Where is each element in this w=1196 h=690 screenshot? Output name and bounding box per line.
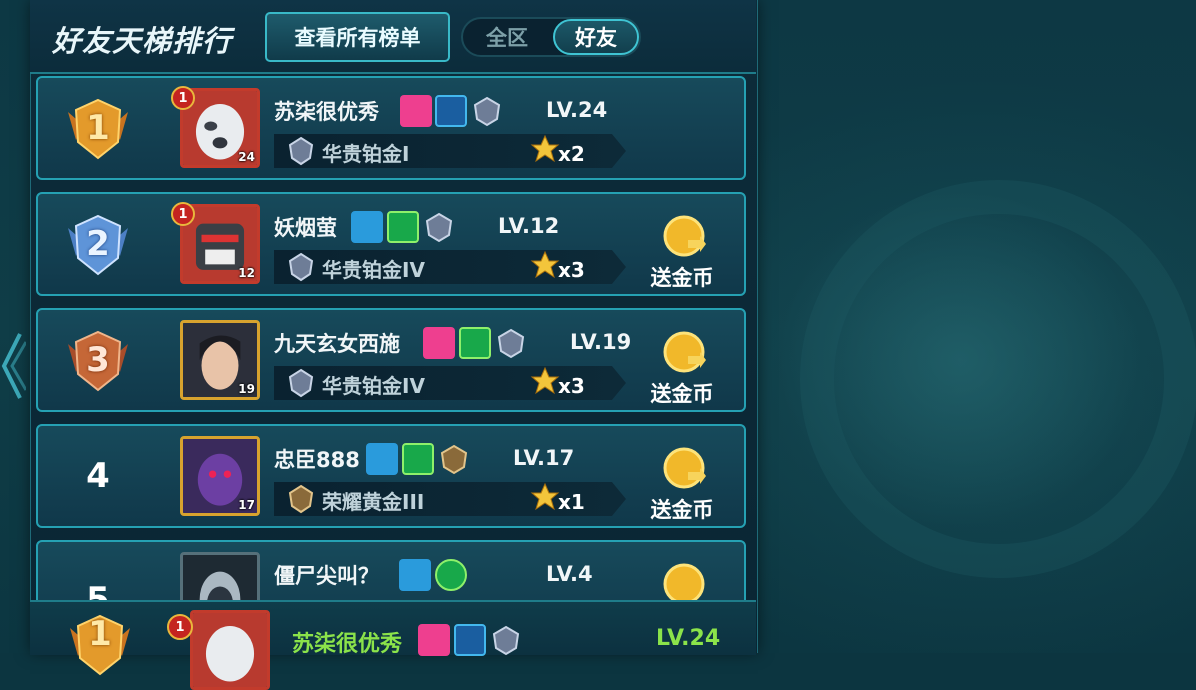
vip-icon (435, 559, 467, 591)
player-name: 九天玄女西施 (274, 332, 400, 356)
player-level: LV.4 (546, 562, 593, 586)
player-level: LV.12 (498, 214, 560, 238)
tab-all-server[interactable]: 全区 (463, 19, 551, 55)
player-name: 忠臣888 (274, 448, 360, 472)
star-icon (530, 250, 560, 279)
tier-icon (473, 96, 501, 127)
tier-icon (288, 252, 314, 282)
gold-coin-icon (663, 331, 706, 373)
star-count: x3 (558, 258, 585, 282)
send-gold-label: 送金币 (650, 498, 714, 522)
player-level: LV.17 (513, 446, 575, 470)
ranking-row[interactable]: 2 12 1 妖烟萤 LV.12 华贵铂金IV x3 送金币 (36, 192, 746, 296)
tier-icon (440, 444, 468, 475)
rank-number: 3 (86, 340, 110, 380)
star-icon (530, 134, 560, 163)
tier-icon (492, 625, 520, 656)
rank-number: 4 (86, 456, 110, 496)
male-icon (351, 211, 383, 243)
notification-badge: 1 (171, 86, 195, 110)
tier-name: 华贵铂金I (322, 142, 410, 166)
my-rank-number: 1 (88, 614, 112, 654)
gold-coin-icon (663, 447, 706, 489)
player-name: 妖烟萤 (274, 216, 337, 240)
vip-icon (435, 95, 467, 127)
notification-badge: 1 (171, 202, 195, 226)
background-ring (800, 180, 1196, 578)
star-count: x3 (558, 374, 585, 398)
send-gold-button[interactable]: 送金币 (640, 330, 724, 406)
tier-icon (497, 328, 525, 359)
avatar-level: 24 (238, 150, 255, 164)
player-level: LV.24 (546, 98, 608, 122)
star-count: x2 (558, 142, 585, 166)
gold-coin-icon (663, 215, 706, 257)
send-gold-label: 送金币 (650, 382, 714, 406)
star-count: x1 (558, 490, 585, 514)
avatar-level: 19 (238, 382, 255, 396)
tab-friends[interactable]: 好友 (553, 19, 639, 55)
ranking-row[interactable]: 3 19 九天玄女西施 LV.19 华贵铂金IV x3 送金币 (36, 308, 746, 412)
rank-number: 1 (86, 108, 110, 148)
vip-icon (402, 443, 434, 475)
my-player-name: 苏柒很优秀 (292, 632, 403, 657)
send-gold-label: 送金币 (650, 266, 714, 290)
send-gold-button[interactable]: 送金币 (640, 446, 724, 522)
tier-name: 华贵铂金IV (322, 258, 425, 282)
avatar-level: 17 (238, 498, 255, 512)
avatar-level: 12 (238, 266, 255, 280)
scope-toggle: 全区 好友 (461, 17, 641, 57)
female-icon (418, 624, 450, 656)
star-icon (530, 482, 560, 511)
tier-icon (288, 484, 314, 514)
male-icon (366, 443, 398, 475)
vip-icon (454, 624, 486, 656)
back-arrow-icon[interactable] (0, 326, 26, 406)
tier-icon (425, 212, 453, 243)
notification-badge: 1 (167, 614, 193, 640)
tier-name: 荣耀黄金III (322, 490, 425, 514)
player-name: 僵尸尖叫？ (274, 564, 379, 588)
avatar-image (193, 613, 267, 687)
male-icon (399, 559, 431, 591)
vip-icon (459, 327, 491, 359)
tier-icon (288, 136, 314, 166)
ranking-row[interactable]: 4 17 忠臣888 LV.17 荣耀黄金III x1 送金币 (36, 424, 746, 528)
page-title: 好友天梯排行 (52, 24, 233, 58)
vip-icon (387, 211, 419, 243)
player-name: 苏柒很优秀 (274, 100, 379, 124)
tier-icon (288, 368, 314, 398)
my-avatar[interactable] (190, 610, 270, 690)
ranking-row[interactable]: 1 24 1 苏柒很优秀 LV.24 华贵铂金I x2 (36, 76, 746, 180)
view-all-rankings-button[interactable]: 查看所有榜单 (265, 12, 450, 62)
rank-number: 2 (86, 224, 110, 264)
send-gold-button[interactable]: 送金币 (640, 214, 724, 290)
star-icon (530, 366, 560, 395)
female-icon (423, 327, 455, 359)
female-icon (400, 95, 432, 127)
tier-name: 华贵铂金IV (322, 374, 425, 398)
avatar[interactable]: 17 (180, 436, 260, 516)
my-player-level: LV.24 (656, 626, 721, 651)
avatar[interactable]: 19 (180, 320, 260, 400)
player-level: LV.19 (570, 330, 632, 354)
